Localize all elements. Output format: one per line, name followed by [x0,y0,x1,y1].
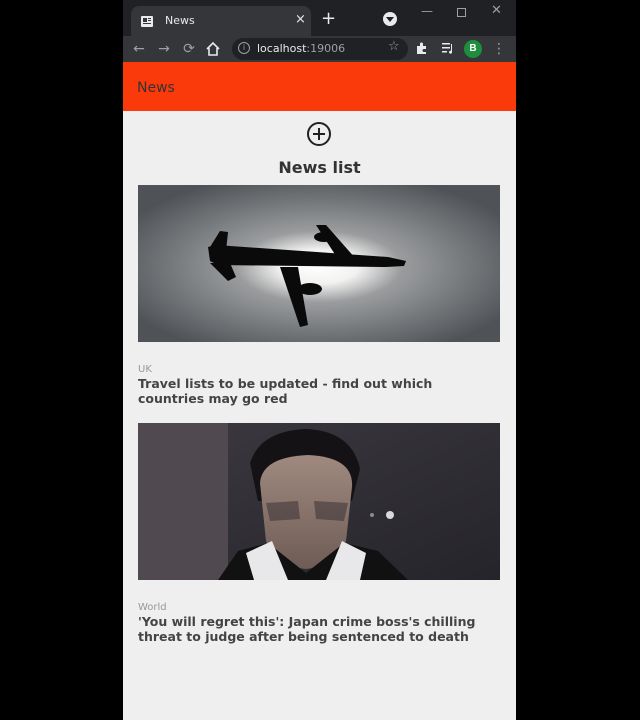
home-icon[interactable] [205,41,221,57]
maximize-icon[interactable] [457,8,466,17]
article-title[interactable]: Travel lists to be updated - find out wh… [138,376,500,406]
article-title[interactable]: 'You will regret this': Japan crime boss… [138,614,500,644]
tab-strip: News × + — ✕ [123,0,516,36]
news-image-airplane [138,185,500,342]
page-title: News list [278,158,361,177]
article-category: World [138,602,167,613]
tab-search-icon[interactable] [383,12,397,26]
minimize-icon[interactable]: — [421,4,433,18]
news-card[interactable]: World 'You will regret this': Japan crim… [138,423,500,644]
bookmark-star-icon[interactable]: ☆ [388,39,400,54]
window-close-icon[interactable]: ✕ [491,3,502,18]
browser-toolbar: ← → ⟳ i localhost:19006 ☆ B ⋮ [123,36,516,62]
extensions-icon[interactable] [415,41,429,55]
tab-news[interactable]: News × [131,6,311,36]
forward-icon[interactable]: → [154,39,174,59]
media-control-icon[interactable] [441,41,455,55]
site-info-icon[interactable]: i [238,42,250,54]
favicon-icon [141,16,153,27]
news-image-portrait [138,423,500,580]
article-category: UK [138,364,152,375]
news-card[interactable]: UK Travel lists to be updated - find out… [138,185,500,406]
browser-menu-icon[interactable]: ⋮ [489,39,509,59]
header-title: News [137,80,175,96]
new-tab-button[interactable]: + [321,10,336,28]
reload-icon[interactable]: ⟳ [179,39,199,59]
add-news-button[interactable] [307,122,331,146]
app-header: News [123,62,516,111]
url-text: localhost:19006 [257,42,346,55]
app-page: News News list UK Travel lists to be upd… [123,62,516,720]
tab-title: News [165,14,195,27]
address-bar[interactable]: i localhost:19006 ☆ [232,38,408,60]
browser-window: News × + — ✕ ← → ⟳ i localhost:19006 ☆ B [123,0,516,720]
back-icon[interactable]: ← [129,39,149,59]
tab-close-icon[interactable]: × [295,12,306,28]
profile-avatar[interactable]: B [464,40,482,58]
